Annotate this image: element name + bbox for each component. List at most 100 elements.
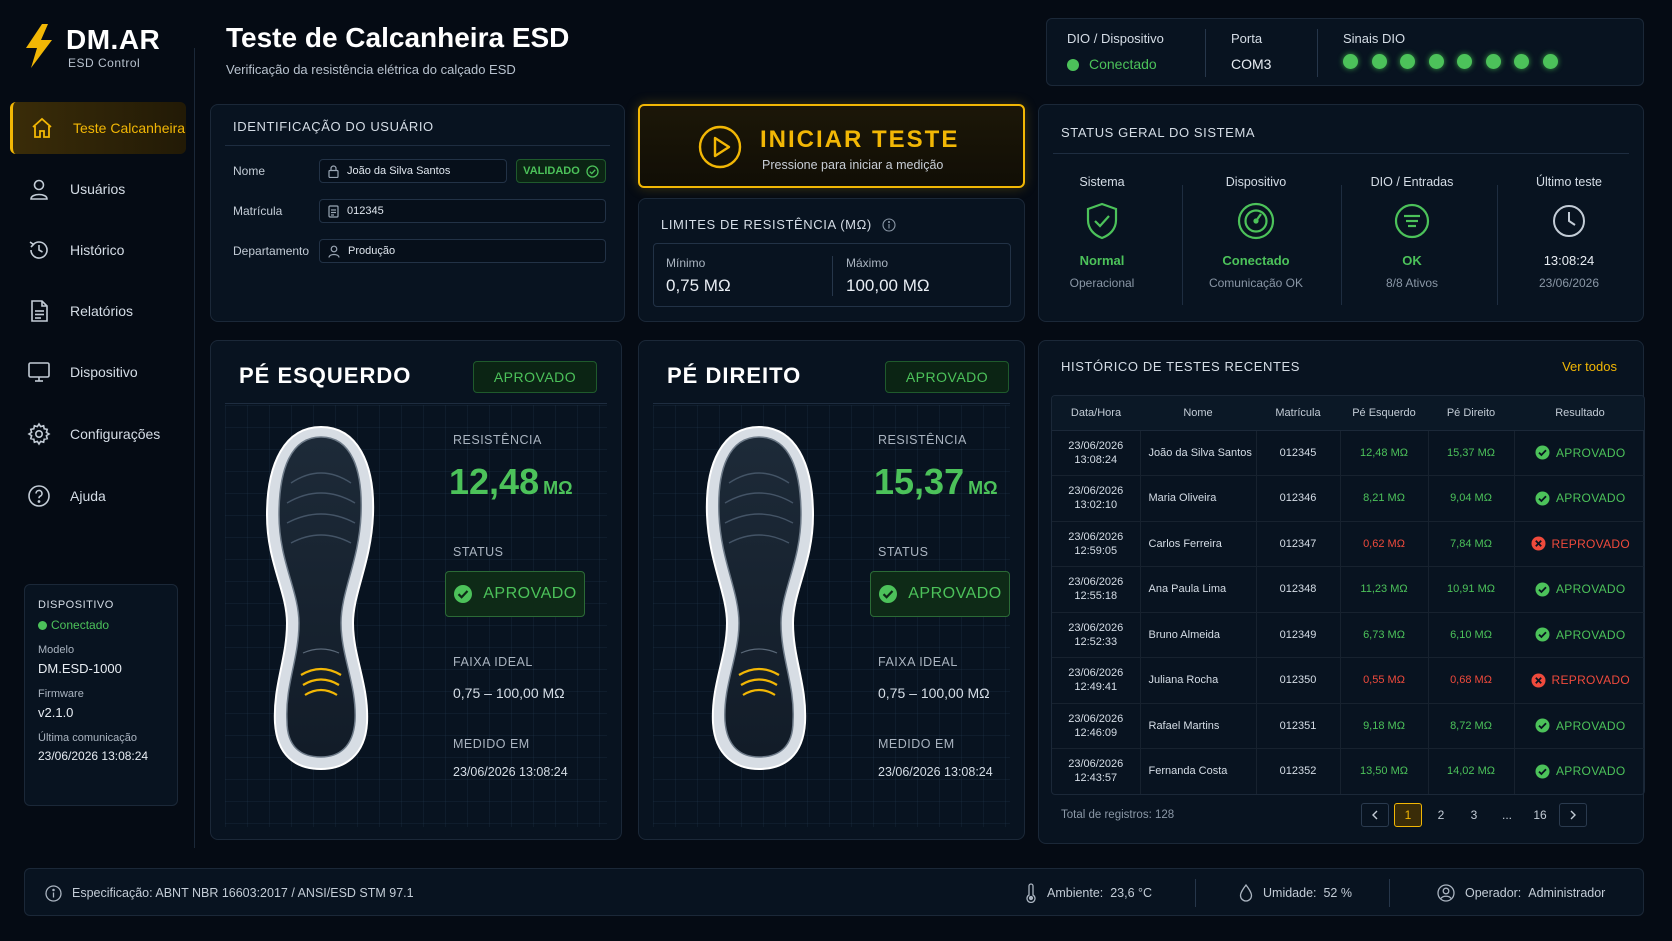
cell-result: APROVADO: [1514, 430, 1644, 476]
id-label: Matrícula: [233, 204, 283, 218]
validated-badge: VALIDADO: [516, 159, 606, 183]
cell-name: Fernanda Costa: [1140, 748, 1257, 794]
dio-device-value: Conectado: [1089, 56, 1157, 72]
cell-time: 12:46:09: [1074, 726, 1118, 739]
divider: [1205, 29, 1206, 77]
table-row[interactable]: 23/06/2026 13:02:10 Maria Oliveira 012346 8,…: [1052, 475, 1644, 522]
system-status-title: STATUS GERAL DO SISTEMA: [1061, 125, 1256, 140]
view-all-link[interactable]: Ver todos: [1562, 359, 1617, 374]
table-row[interactable]: 23/06/2026 12:59:05 Carlos Ferreira 012347 0…: [1052, 521, 1644, 567]
sidebar-item-ajuda[interactable]: Ajuda: [10, 470, 186, 522]
status-dispositivo-title: Dispositivo: [1225, 175, 1287, 189]
cell-name: Carlos Ferreira: [1140, 521, 1257, 567]
sidebar-item-historico[interactable]: Histórico: [10, 224, 186, 276]
id-field[interactable]: 012345: [319, 199, 606, 223]
cell-time: 13:08:24: [1074, 453, 1118, 466]
help-icon: [26, 483, 52, 509]
limit-min-label: Mínimo: [666, 256, 706, 270]
dio-signals: Sinais DIO: [1343, 31, 1571, 72]
user-circle-icon: [1437, 884, 1455, 902]
status-dot: [1067, 59, 1079, 72]
port-label: Porta: [1231, 31, 1263, 46]
status-label: STATUS: [453, 545, 504, 559]
measured-value: 23/06/2026 13:08:24: [453, 765, 568, 779]
table-row[interactable]: 23/06/2026 12:43:57 Fernanda Costa 012352 13…: [1052, 748, 1644, 794]
cell-result: APROVADO: [1514, 475, 1644, 522]
lightning-icon: [26, 24, 52, 68]
droplet-icon: [1239, 884, 1253, 902]
brand-logo: DM.AR ESD Control: [22, 22, 182, 76]
check-circle-icon: [586, 164, 599, 178]
sidebar-item-teste-calcanheira[interactable]: Teste Calcanheira: [10, 102, 186, 154]
table-row[interactable]: 23/06/2026 12:52:33 Bruno Almeida 012349 6,7…: [1052, 612, 1644, 658]
col-header-right[interactable]: Pé Direito: [1428, 396, 1514, 431]
check-circle-icon: [454, 585, 473, 603]
limit-max-label: Máximo: [846, 256, 889, 270]
next-page-button[interactable]: [1559, 803, 1587, 827]
cell-name: Maria Oliveira: [1140, 475, 1257, 522]
spec-item: Especificação: ABNT NBR 16603:2017 / ANS…: [45, 869, 414, 917]
cell-datetime: 23/06/2026 12:49:41: [1052, 657, 1141, 704]
page-1-button[interactable]: 1: [1394, 803, 1422, 827]
page-3-button[interactable]: 3: [1460, 803, 1488, 827]
sidebar-item-label: Teste Calcanheira: [73, 120, 186, 136]
cell-right: 6,10 MΩ: [1428, 612, 1515, 658]
name-value: João da Silva Santos: [347, 165, 451, 177]
status-dispositivo-value: Conectado: [1222, 253, 1290, 268]
humidity-value: 52 %: [1323, 886, 1352, 900]
measured-label: MEDIDO EM: [453, 737, 530, 751]
start-test-button[interactable]: INICIAR TESTE Pressione para iniciar a m…: [638, 104, 1025, 188]
clock-icon: [1549, 201, 1589, 241]
col-header-name[interactable]: Nome: [1140, 396, 1256, 431]
prev-page-button[interactable]: [1361, 803, 1389, 827]
result-label: APROVADO: [1555, 718, 1626, 733]
check-circle-icon: [1535, 627, 1550, 642]
table-row[interactable]: 23/06/2026 13:08:24 João da Silva Santos 01…: [1052, 430, 1644, 476]
sidebar-item-usuarios[interactable]: Usuários: [10, 163, 186, 215]
resistance-unit: MΩ: [968, 478, 998, 498]
right-shoe-sole-icon: [705, 425, 815, 771]
connection-status-panel: DIO / Dispositivo Conectado Porta COM3 S…: [1046, 18, 1644, 86]
result-label: APROVADO: [1555, 627, 1626, 642]
left-foot-title: PÉ ESQUERDO: [239, 363, 412, 388]
sidebar-item-configuracoes[interactable]: Configurações: [10, 408, 186, 460]
start-test-subtitle: Pressione para iniciar a medição: [762, 158, 944, 172]
chevron-left-icon: [1372, 810, 1378, 820]
right-foot-title: PÉ DIREITO: [667, 363, 802, 388]
sidebar-item-dispositivo[interactable]: Dispositivo: [10, 346, 186, 398]
ambient-label: Ambiente:: [1047, 886, 1104, 900]
dept-field[interactable]: Produção: [319, 239, 606, 263]
brand-subtitle: ESD Control: [68, 56, 141, 70]
cell-datetime: 23/06/2026 13:02:10: [1052, 475, 1141, 522]
cell-date: 23/06/2026: [1068, 439, 1124, 452]
table-row[interactable]: 23/06/2026 12:49:41 Juliana Rocha 012350 0,5…: [1052, 657, 1644, 704]
table-row[interactable]: 23/06/2026 12:46:09 Rafael Martins 012351 9,…: [1052, 703, 1644, 749]
spec-text: Especificação: ABNT NBR 16603:2017 / ANS…: [72, 886, 414, 900]
result-label: APROVADO: [1555, 445, 1626, 460]
dio-signal-dot: [1514, 54, 1529, 69]
page-2-button[interactable]: 2: [1427, 803, 1455, 827]
sidebar-item-relatorios[interactable]: Relatórios: [10, 285, 186, 337]
user-identification-panel: IDENTIFICAÇÃO DO USUÁRIO Nome João da Si…: [210, 104, 625, 322]
col-header-left[interactable]: Pé Esquerdo: [1340, 396, 1428, 431]
cell-date: 23/06/2026: [1068, 712, 1124, 725]
col-header-datetime[interactable]: Data/Hora: [1052, 396, 1140, 431]
resistance-label: RESISTÊNCIA: [453, 433, 542, 447]
check-circle-icon: [879, 585, 898, 603]
sidebar-item-label: Histórico: [70, 242, 125, 258]
humidity-label: Umidade:: [1263, 886, 1317, 900]
status-dispositivo: Dispositivo Conectado Comunicação OK: [1181, 175, 1331, 290]
table-row[interactable]: 23/06/2026 12:55:18 Ana Paula Lima 012348 11…: [1052, 566, 1644, 613]
history-title: HISTÓRICO DE TESTES RECENTES: [1061, 359, 1301, 374]
device-last-comm-label: Última comunicação: [38, 732, 138, 744]
device-model: DM.ESD-1000: [38, 661, 122, 676]
port-value: COM3: [1231, 56, 1272, 72]
cell-left: 0,62 MΩ: [1340, 521, 1429, 567]
page-16-button[interactable]: 16: [1526, 803, 1554, 827]
info-icon[interactable]: [882, 217, 896, 232]
col-header-result[interactable]: Resultado: [1514, 396, 1644, 431]
cell-left: 9,18 MΩ: [1340, 703, 1429, 749]
name-field[interactable]: João da Silva Santos: [319, 159, 507, 183]
col-header-id[interactable]: Matrícula: [1256, 396, 1340, 431]
section-title: IDENTIFICAÇÃO DO USUÁRIO: [233, 119, 434, 134]
